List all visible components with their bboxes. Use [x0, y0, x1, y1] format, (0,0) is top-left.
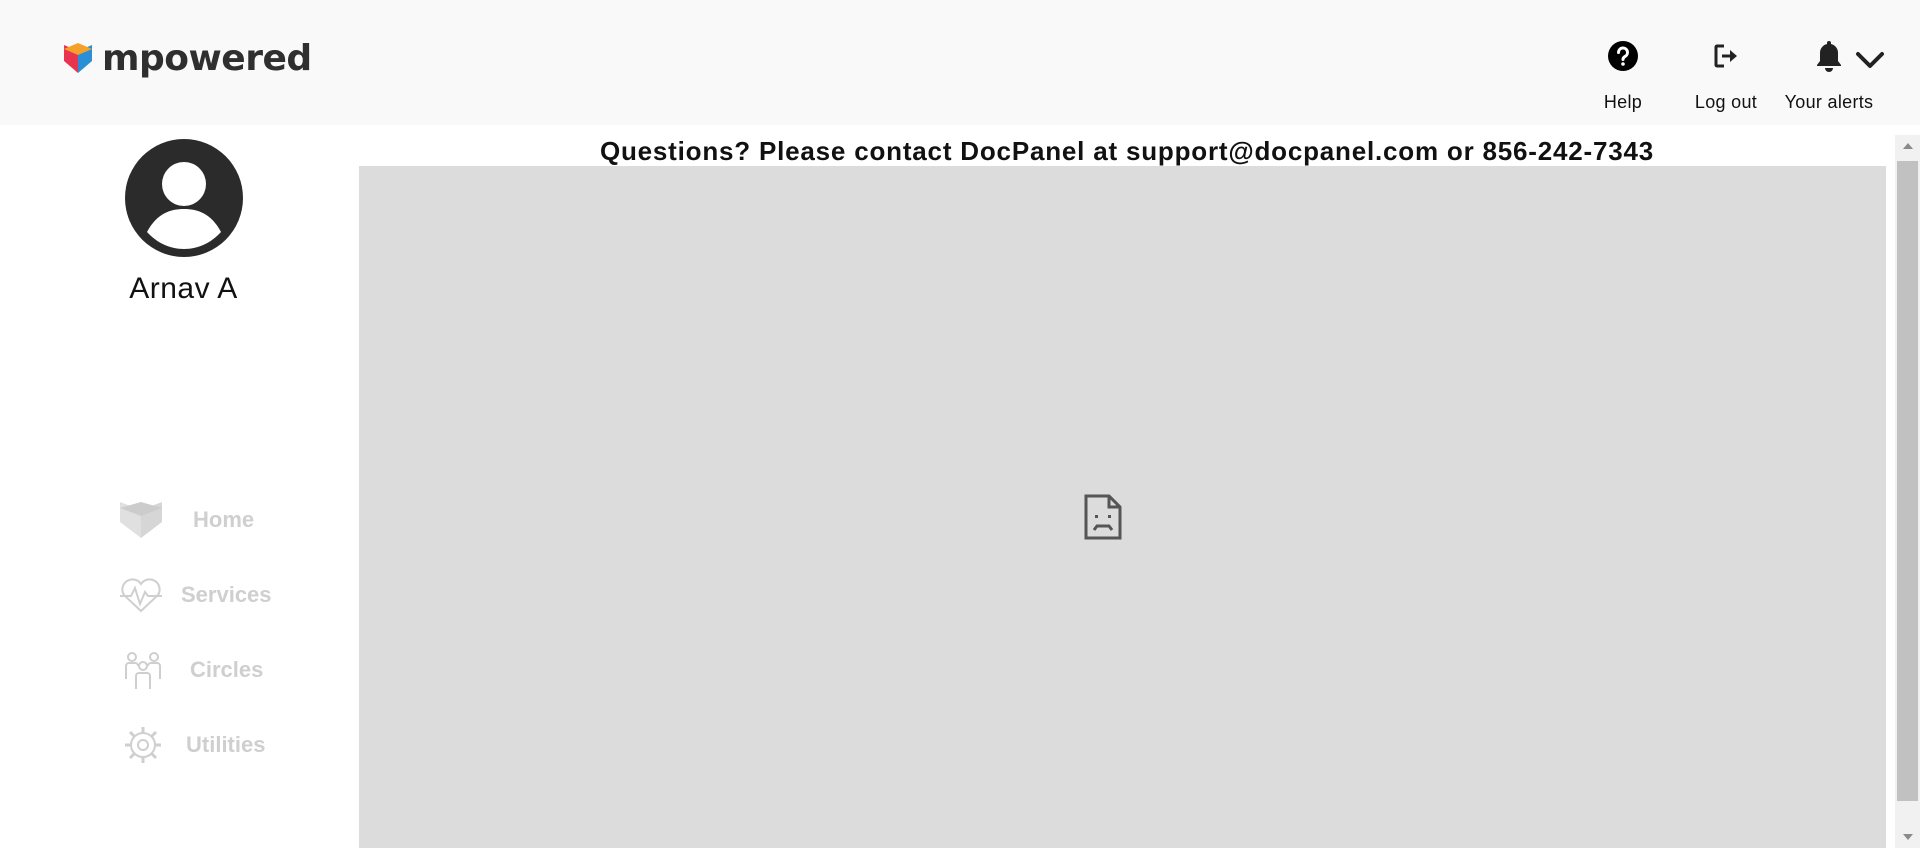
- sidebar-item-utilities[interactable]: Utilities: [0, 715, 359, 775]
- sidebar-item-circles[interactable]: Circles: [0, 640, 359, 700]
- sidebar: Arnav A Home Services Circles Utilities: [0, 125, 359, 848]
- sidebar-item-label: Services: [181, 582, 272, 607]
- sidebar-item-label: Utilities: [186, 732, 266, 757]
- chevron-down-icon: [1856, 52, 1884, 68]
- heart-cube-logo-icon: [64, 42, 92, 73]
- user-avatar-icon: [125, 139, 243, 257]
- brand-name: mpowered: [102, 38, 312, 79]
- help-circle-icon: [1603, 36, 1643, 76]
- gear-wrench-icon: [120, 722, 166, 768]
- support-contact-text: Questions? Please contact DocPanel at su…: [599, 136, 1655, 166]
- logout-label: Log out: [1694, 92, 1758, 112]
- heartbeat-icon: [118, 572, 164, 618]
- scroll-down-arrow-icon[interactable]: [1895, 826, 1920, 848]
- vertical-scrollbar[interactable]: [1895, 135, 1920, 848]
- sidebar-item-home[interactable]: Home: [0, 490, 359, 550]
- main-content: Questions? Please contact DocPanel at su…: [359, 125, 1895, 848]
- sidebar-item-services[interactable]: Services: [0, 565, 359, 625]
- alerts-label: Your alerts: [1784, 92, 1874, 112]
- bell-icon: [1809, 36, 1849, 76]
- people-group-icon: [120, 647, 166, 693]
- account-menu-toggle[interactable]: [1850, 36, 1890, 84]
- sidebar-item-label: Home: [193, 507, 255, 532]
- sidebar-item-label: Circles: [190, 657, 264, 682]
- broken-document-icon: [1084, 494, 1122, 540]
- embedded-content-frame[interactable]: [359, 166, 1886, 848]
- help-button[interactable]: Help: [1568, 36, 1678, 113]
- scrollbar-thumb[interactable]: [1897, 161, 1918, 801]
- logout-icon: [1706, 36, 1746, 76]
- home-heart-icon: [118, 497, 164, 543]
- logout-button[interactable]: Log out: [1671, 36, 1781, 113]
- brand-logo[interactable]: mpowered: [62, 38, 312, 79]
- scroll-up-arrow-icon[interactable]: [1895, 135, 1920, 157]
- help-label: Help: [1603, 92, 1643, 112]
- user-name: Arnav A: [129, 272, 238, 305]
- top-bar: mpowered Help Log out Your alerts: [0, 0, 1920, 125]
